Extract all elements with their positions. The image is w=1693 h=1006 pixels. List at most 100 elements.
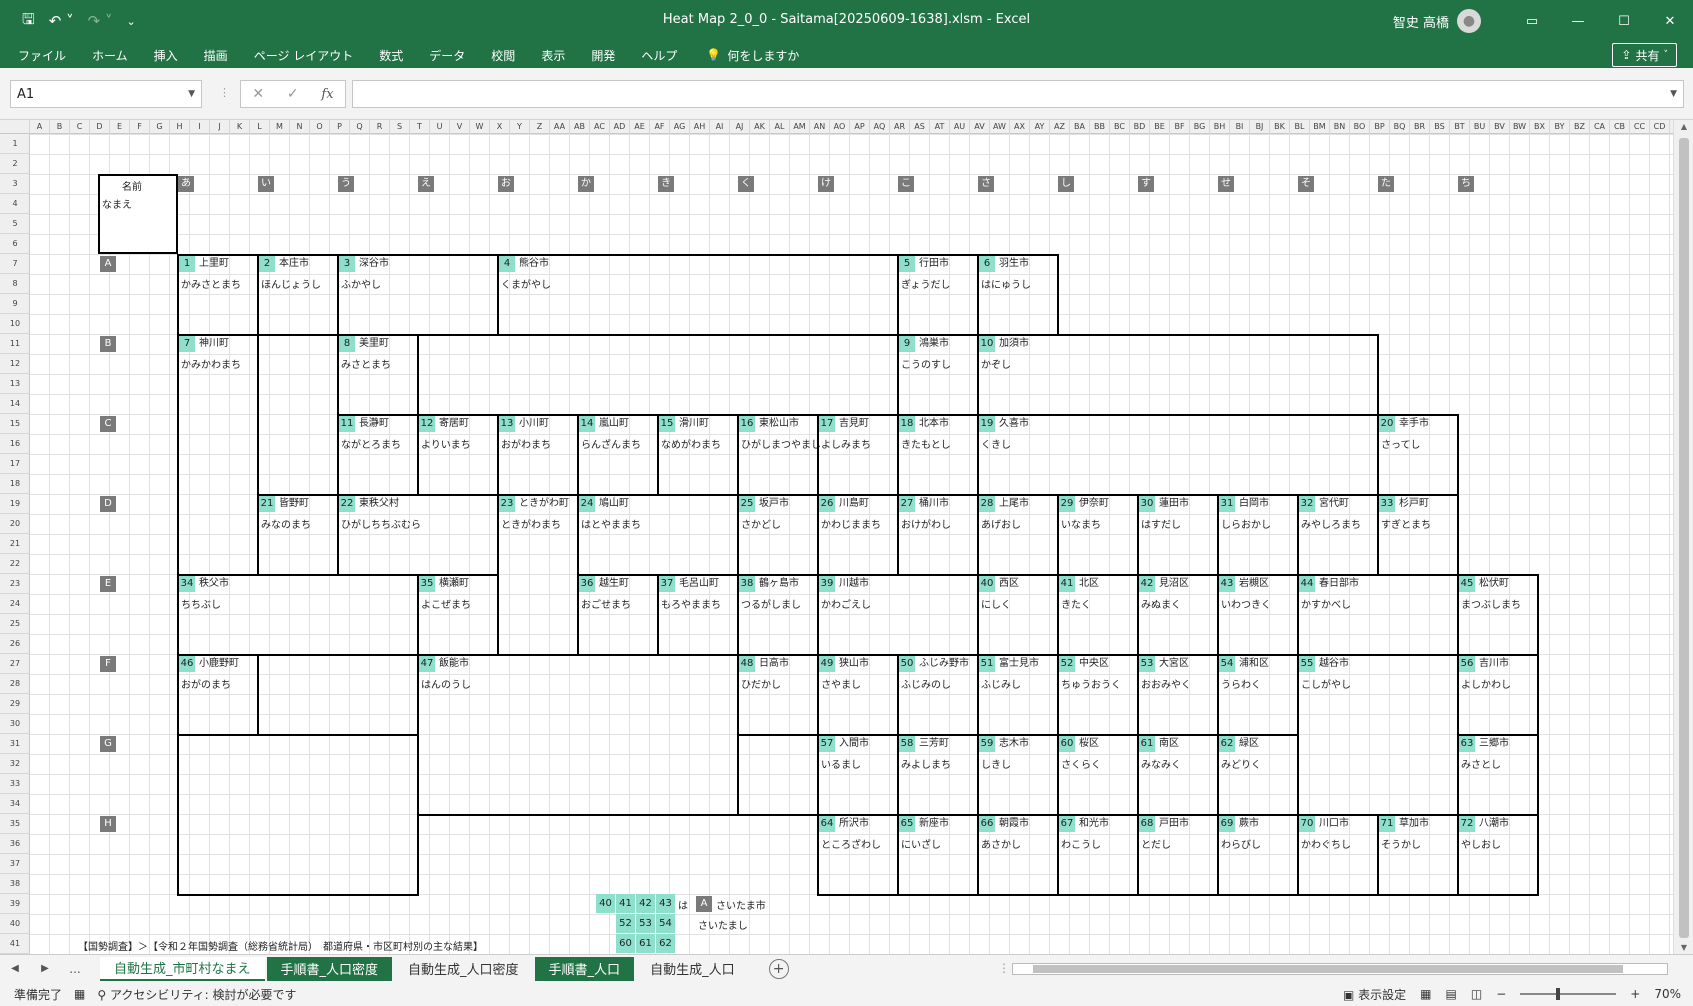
horizontal-scrollbar[interactable] — [1012, 963, 1668, 975]
column-header[interactable]: W — [470, 120, 490, 134]
row-header[interactable]: 38 — [0, 874, 30, 894]
vertical-scrollbar[interactable]: ▲ ▼ — [1673, 120, 1693, 954]
column-header[interactable]: J — [210, 120, 230, 134]
select-all-corner[interactable] — [0, 120, 30, 134]
row-header[interactable]: 41 — [0, 934, 30, 954]
sheet-tab[interactable]: 手順書_人口 — [534, 956, 635, 981]
zoom-out-button[interactable]: − — [1496, 987, 1506, 1001]
column-header[interactable]: CC — [1630, 120, 1650, 134]
column-header[interactable]: AO — [830, 120, 850, 134]
row-header[interactable]: 22 — [0, 554, 30, 574]
column-header[interactable]: AH — [690, 120, 710, 134]
sheet-tab[interactable]: 手順書_人口密度 — [266, 956, 393, 981]
column-header[interactable]: BB — [1090, 120, 1110, 134]
page-layout-view-icon[interactable]: ▤ — [1446, 987, 1457, 1001]
name-box[interactable]: A1 ▼ — [10, 80, 202, 108]
row-header[interactable]: 33 — [0, 774, 30, 794]
column-header[interactable]: BR — [1410, 120, 1430, 134]
row-header[interactable]: 32 — [0, 754, 30, 774]
column-header[interactable]: BU — [1470, 120, 1490, 134]
hscroll-thumb[interactable] — [1033, 965, 1623, 973]
sheet-tab[interactable]: 自動生成_人口密度 — [394, 957, 533, 981]
user-name[interactable]: 智史 高橋 — [1393, 12, 1449, 31]
column-header[interactable]: X — [490, 120, 510, 134]
column-header[interactable]: BX — [1530, 120, 1550, 134]
column-header[interactable]: M — [270, 120, 290, 134]
column-header[interactable]: D — [90, 120, 110, 134]
column-header[interactable]: K — [230, 120, 250, 134]
tab-formulas[interactable]: 数式 — [366, 47, 416, 64]
column-header[interactable]: P — [330, 120, 350, 134]
row-header[interactable]: 5 — [0, 214, 30, 234]
row-header[interactable]: 1 — [0, 134, 30, 154]
row-header[interactable]: 21 — [0, 534, 30, 554]
column-header[interactable]: AB — [570, 120, 590, 134]
accessibility-status[interactable]: ⚲ アクセシビリティ: 検討が必要です — [97, 986, 296, 1003]
column-header[interactable]: CA — [1590, 120, 1610, 134]
row-header[interactable]: 2 — [0, 154, 30, 174]
column-header[interactable]: S — [390, 120, 410, 134]
sheet-tab[interactable]: 自動生成_人口 — [636, 957, 749, 981]
row-header[interactable]: 17 — [0, 454, 30, 474]
column-header[interactable]: BS — [1430, 120, 1450, 134]
column-header[interactable]: BV — [1490, 120, 1510, 134]
column-header[interactable]: BP — [1370, 120, 1390, 134]
row-header[interactable]: 35 — [0, 814, 30, 834]
column-header[interactable]: Z — [530, 120, 550, 134]
row-header[interactable]: 34 — [0, 794, 30, 814]
column-header[interactable]: BQ — [1390, 120, 1410, 134]
column-header[interactable]: CD — [1650, 120, 1670, 134]
minimize-button[interactable]: — — [1555, 0, 1601, 42]
zoom-knob[interactable] — [1556, 988, 1561, 1000]
column-header[interactable]: AD — [610, 120, 630, 134]
row-header[interactable]: 11 — [0, 334, 30, 354]
column-header[interactable]: AM — [790, 120, 810, 134]
column-header[interactable]: AY — [1030, 120, 1050, 134]
row-header[interactable]: 27 — [0, 654, 30, 674]
row-header[interactable]: 7 — [0, 254, 30, 274]
column-header[interactable]: BD — [1130, 120, 1150, 134]
normal-view-icon[interactable]: ▦ — [1420, 987, 1431, 1001]
column-header[interactable]: I — [190, 120, 210, 134]
cancel-icon[interactable]: ✕ — [252, 86, 264, 102]
cell-area[interactable]: 名前 なまえあいうえおかきくけこさしすせそたち A B C D E F G H 1 上里町 かみさとまち… — [30, 134, 1673, 954]
row-header[interactable]: 10 — [0, 314, 30, 334]
tab-next-icon[interactable]: ▶ — [30, 963, 60, 974]
row-header[interactable]: 36 — [0, 834, 30, 854]
column-header[interactable]: BE — [1150, 120, 1170, 134]
column-header[interactable]: BI — [1230, 120, 1250, 134]
column-header[interactable]: AV — [970, 120, 990, 134]
zoom-slider[interactable] — [1520, 988, 1617, 1000]
row-header[interactable]: 8 — [0, 274, 30, 294]
zoom-level[interactable]: 70% — [1654, 987, 1681, 1001]
column-header[interactable]: BK — [1270, 120, 1290, 134]
column-header[interactable]: AX — [1010, 120, 1030, 134]
column-header[interactable]: R — [370, 120, 390, 134]
row-header[interactable]: 24 — [0, 594, 30, 614]
sheet-tab[interactable]: 自動生成_市町村なまえ — [100, 956, 265, 981]
row-header[interactable]: 16 — [0, 434, 30, 454]
display-settings[interactable]: ▣ 表示設定 — [1343, 986, 1406, 1003]
column-header[interactable]: F — [130, 120, 150, 134]
column-header[interactable]: H — [170, 120, 190, 134]
column-header[interactable]: BZ — [1570, 120, 1590, 134]
row-header[interactable]: 3 — [0, 174, 30, 194]
customize-qat-icon[interactable]: ⌄ — [126, 15, 135, 28]
column-header[interactable]: Y — [510, 120, 530, 134]
tab-help[interactable]: ヘルプ — [628, 47, 690, 64]
column-header[interactable]: BJ — [1250, 120, 1270, 134]
column-header[interactable]: BC — [1110, 120, 1130, 134]
row-header[interactable]: 9 — [0, 294, 30, 314]
scroll-thumb[interactable] — [1679, 138, 1689, 938]
column-header[interactable]: BW — [1510, 120, 1530, 134]
column-header[interactable]: E — [110, 120, 130, 134]
scroll-up-icon[interactable]: ▲ — [1674, 122, 1693, 131]
page-break-view-icon[interactable]: ◫ — [1471, 987, 1482, 1001]
insert-function-icon[interactable]: fx — [321, 87, 333, 102]
tab-insert[interactable]: 挿入 — [141, 47, 191, 64]
tell-me-search[interactable]: 💡 何をしますか — [690, 47, 799, 64]
column-header[interactable]: CB — [1610, 120, 1630, 134]
row-header[interactable]: 30 — [0, 714, 30, 734]
row-header[interactable]: 15 — [0, 414, 30, 434]
column-header[interactable]: U — [430, 120, 450, 134]
